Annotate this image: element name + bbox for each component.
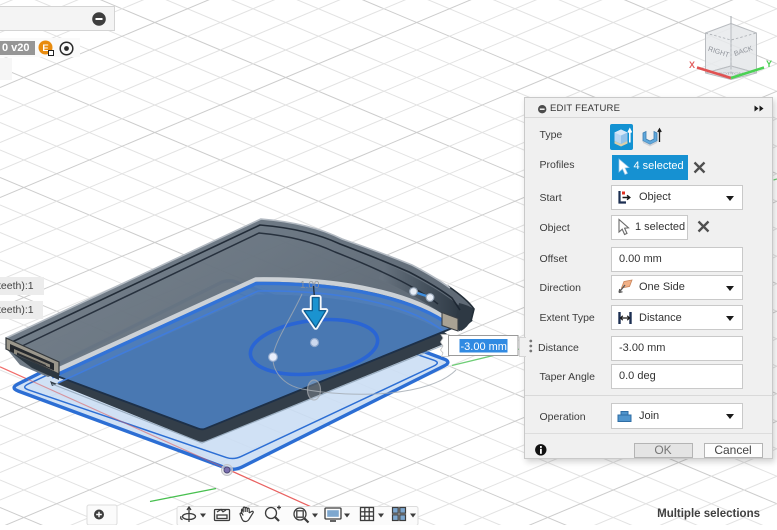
svg-text:1.00: 1.00 [300,280,320,291]
svg-text:X: X [689,60,695,70]
svg-text:Multiple selections: Multiple selections [657,508,760,520]
svg-text:Y: Y [766,59,772,69]
svg-text:-3.00 mm: -3.00 mm [461,341,507,353]
svg-text:E: E [42,43,48,54]
